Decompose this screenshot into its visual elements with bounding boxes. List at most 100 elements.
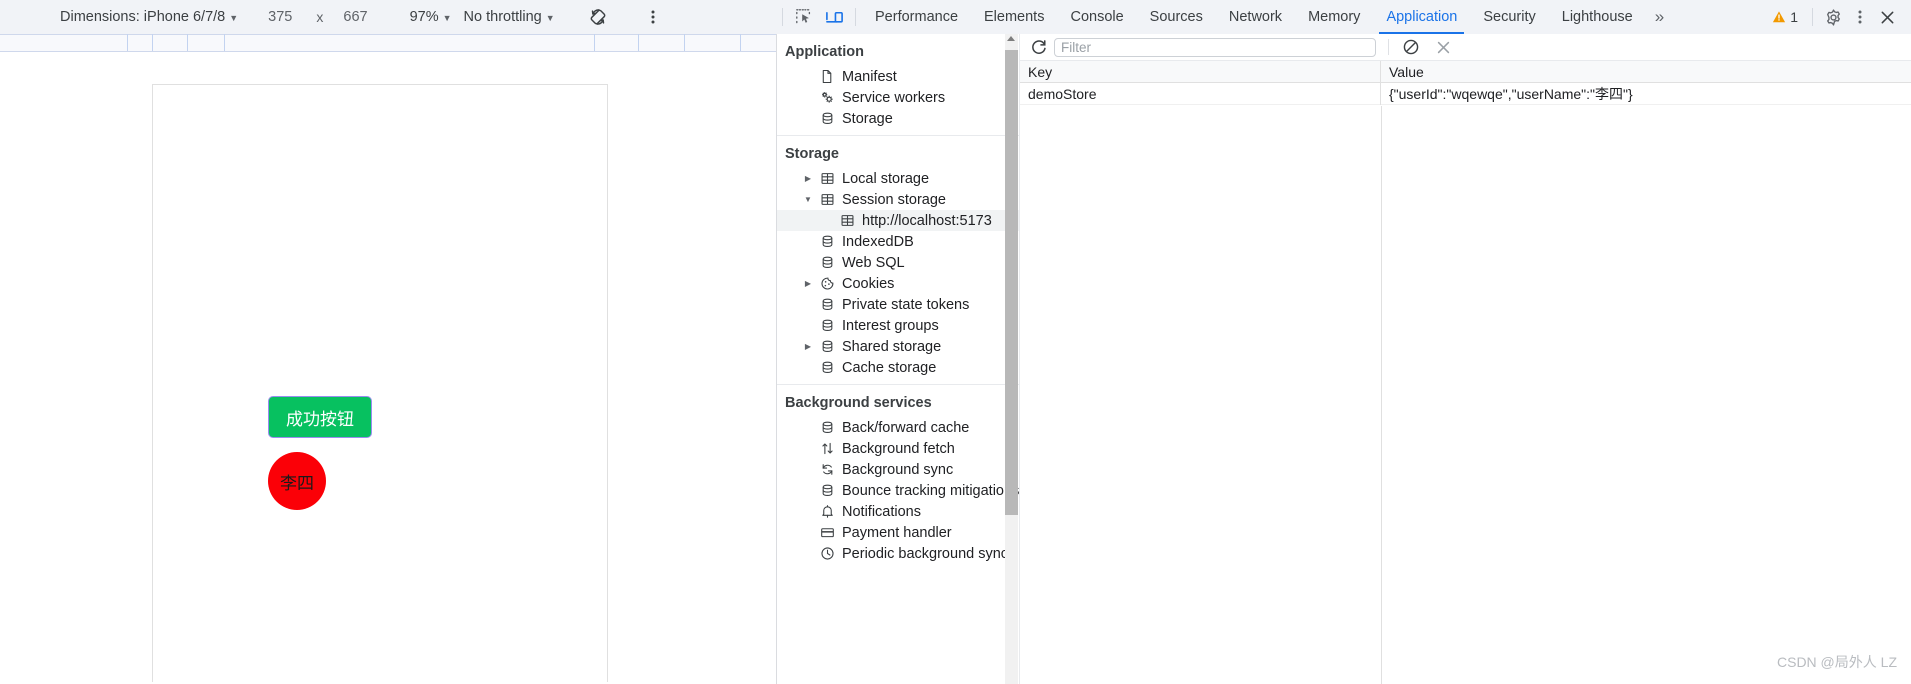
tab-label: Security — [1483, 9, 1536, 25]
warning-triangle-icon — [1772, 10, 1786, 24]
clock-icon — [819, 546, 836, 561]
device-toolbar-icon[interactable] — [819, 2, 849, 32]
sidebar-item-shared-storage[interactable]: ▶ Shared storage — [777, 336, 1019, 357]
table-icon — [839, 213, 856, 228]
sidebar-item-label: Cache storage — [842, 359, 937, 376]
clear-all-icon[interactable] — [1399, 35, 1423, 59]
warning-indicator[interactable]: 1 — [1764, 9, 1806, 25]
device-dimensions-dropdown[interactable]: Dimensions: iPhone 6/7/8 ▼ — [60, 9, 238, 25]
top-bar: Dimensions: iPhone 6/7/8 ▼ 375 x 667 97%… — [0, 0, 1911, 34]
device-viewport-frame: 成功按钮 李四 — [152, 84, 608, 684]
sidebar-item-indexeddb[interactable]: IndexedDB — [777, 231, 1019, 252]
sidebar-item-session-storage[interactable]: ▼ Session storage — [777, 189, 1019, 210]
database-icon — [819, 339, 836, 354]
chevron-right-icon[interactable]: ▶ — [803, 342, 813, 351]
sidebar-item-label: http://localhost:5173 — [862, 212, 992, 229]
sidebar-item-web-sql[interactable]: Web SQL — [777, 252, 1019, 273]
tab-console[interactable]: Console — [1057, 0, 1136, 34]
refresh-icon[interactable] — [1026, 35, 1052, 59]
rotate-icon[interactable] — [587, 6, 609, 28]
inspect-element-icon[interactable] — [789, 2, 819, 32]
database-icon — [819, 318, 836, 333]
tab-lighthouse[interactable]: Lighthouse — [1549, 0, 1646, 34]
sidebar-item-interest-groups[interactable]: Interest groups — [777, 315, 1019, 336]
sidebar-item-bounce-tracking-mitigations[interactable]: Bounce tracking mitigations — [777, 480, 1019, 501]
sidebar-item-payment-handler[interactable]: Payment handler — [777, 522, 1019, 543]
device-width-input[interactable]: 375 — [268, 9, 292, 25]
tab-elements[interactable]: Elements — [971, 0, 1057, 34]
table-icon — [819, 171, 836, 186]
sidebar-item-label: IndexedDB — [842, 233, 914, 250]
close-icon[interactable] — [1873, 3, 1901, 31]
tab-sources[interactable]: Sources — [1137, 0, 1216, 34]
gears-icon — [819, 90, 836, 105]
tab-label: Performance — [875, 9, 959, 25]
table-header-row: Key Value — [1020, 60, 1911, 83]
scrollbar-thumb[interactable] — [1005, 50, 1018, 515]
chevron-down-icon: ▼ — [442, 12, 452, 23]
tab-label: Network — [1228, 9, 1283, 25]
delete-selected-icon[interactable] — [1431, 35, 1455, 59]
sidebar-item-label: Shared storage — [842, 338, 942, 355]
sidebar-item-storage[interactable]: Storage — [777, 108, 1019, 129]
sidebar-item-label: Service workers — [842, 89, 946, 106]
sidebar-scrollbar[interactable] — [1005, 34, 1018, 684]
sidebar-item-label: Background fetch — [842, 440, 955, 457]
bell-icon — [819, 504, 836, 519]
column-header-value[interactable]: Value — [1381, 61, 1911, 83]
sidebar-item-label: Local storage — [842, 170, 930, 187]
sidebar-item-manifest[interactable]: Manifest — [777, 66, 1019, 87]
sidebar-item-label: Storage — [842, 110, 893, 127]
table-empty-area — [1020, 106, 1911, 684]
tab-performance[interactable]: Performance — [862, 0, 971, 34]
sidebar-item-label: Notifications — [842, 503, 921, 520]
gear-icon[interactable] — [1819, 3, 1847, 31]
zoom-dropdown[interactable]: 97% ▼ — [410, 9, 452, 25]
sidebar-item-http-localhost-5173[interactable]: http://localhost:5173 — [777, 210, 1019, 231]
table-row[interactable]: demoStore {"userId":"wqewqe","userName":"… — [1020, 82, 1911, 105]
tab-security[interactable]: Security — [1470, 0, 1548, 34]
device-emulation-toolbar: Dimensions: iPhone 6/7/8 ▼ 375 x 667 97%… — [0, 0, 776, 34]
sidebar-section-title: Storage — [785, 146, 839, 162]
warning-count-label: 1 — [1790, 9, 1798, 25]
tab-label: Lighthouse — [1561, 9, 1633, 25]
sidebar-item-back-forward-cache[interactable]: Back/forward cache — [777, 417, 1019, 438]
sidebar-item-service-workers[interactable]: Service workers — [777, 87, 1019, 108]
column-header-key[interactable]: Key — [1020, 60, 1381, 83]
cell-value[interactable]: {"userId":"wqewqe","userName":"李四"} — [1381, 83, 1911, 105]
device-height-input[interactable]: 667 — [343, 9, 367, 25]
toolbar-divider — [1812, 8, 1813, 26]
sidebar-item-cache-storage[interactable]: Cache storage — [777, 357, 1019, 378]
toolbar-divider — [782, 8, 783, 26]
chevron-right-icon[interactable]: ▶ — [803, 279, 813, 288]
sidebar-item-label: Session storage — [842, 191, 946, 208]
sidebar-item-periodic-background-sync[interactable]: Periodic background sync — [777, 543, 1019, 564]
throttling-dropdown[interactable]: No throttling ▼ — [464, 9, 555, 25]
sidebar-item-private-state-tokens[interactable]: Private state tokens — [777, 294, 1019, 315]
sidebar-section-title: Background services — [785, 395, 932, 411]
tab-memory[interactable]: Memory — [1295, 0, 1373, 34]
user-name-circle[interactable]: 李四 — [268, 452, 326, 510]
chevron-down-icon[interactable]: ▼ — [803, 195, 813, 204]
sidebar-item-background-sync[interactable]: Background sync — [777, 459, 1019, 480]
database-icon — [819, 111, 836, 126]
database-icon — [819, 297, 836, 312]
devtools-right-icons — [1819, 3, 1911, 31]
sidebar-item-label: Manifest — [842, 68, 897, 85]
tab-network[interactable]: Network — [1216, 0, 1295, 34]
tab-application[interactable]: Application — [1373, 0, 1470, 34]
search-input[interactable] — [1054, 37, 1376, 57]
sidebar-item-background-fetch[interactable]: Background fetch — [777, 438, 1019, 459]
success-button[interactable]: 成功按钮 — [268, 396, 372, 438]
devtools-more-options-icon[interactable] — [1849, 3, 1871, 31]
chevron-right-icon[interactable]: ▶ — [803, 174, 813, 183]
sidebar-item-label: Back/forward cache — [842, 419, 970, 436]
scroll-up-arrow-icon[interactable] — [1007, 36, 1015, 41]
document-icon — [819, 69, 836, 84]
more-tabs-button[interactable]: » — [1646, 7, 1671, 27]
cell-key[interactable]: demoStore — [1020, 82, 1381, 105]
device-toolbar-more-options-icon[interactable] — [645, 9, 661, 25]
sidebar-item-notifications[interactable]: Notifications — [777, 501, 1019, 522]
sidebar-item-local-storage[interactable]: ▶ Local storage — [777, 168, 1019, 189]
sidebar-item-cookies[interactable]: ▶ Cookies — [777, 273, 1019, 294]
